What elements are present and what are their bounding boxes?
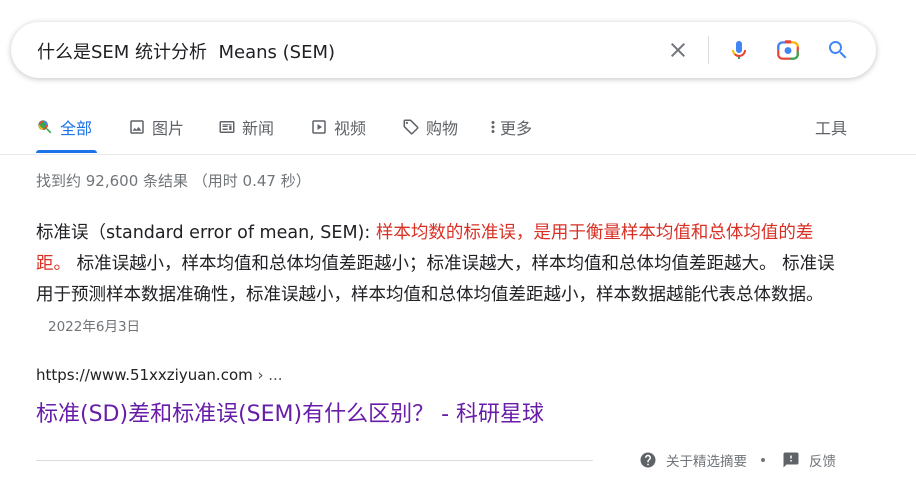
result-title-link[interactable]: 标准(SD)差和标准误(SEM)有什么区别？ - 科研星球 <box>36 396 544 428</box>
tab-label: 全部 <box>60 119 93 138</box>
tab-label: 视频 <box>334 119 367 138</box>
microphone-icon <box>732 41 746 59</box>
snippet-body: 标准误越小，样本均值和总体均值差距越小；标准误越大，样本均值和总体均值差距越大。… <box>36 254 835 305</box>
about-label: 关于精选摘要 <box>666 454 747 470</box>
search-divider <box>708 36 709 64</box>
snippet-feedback-row: 关于精选摘要 反馈 <box>638 449 836 471</box>
camera-icon <box>777 40 799 60</box>
search-icon <box>829 41 847 59</box>
feedback-icon <box>781 450 801 470</box>
search-icon <box>36 118 54 136</box>
about-featured-snippets-button[interactable]: 关于精选摘要 <box>638 450 747 470</box>
tab-news[interactable]: 新闻 <box>218 115 274 139</box>
active-tab-indicator <box>36 150 97 153</box>
tab-images[interactable]: 图片 <box>128 115 184 139</box>
search-tabs: 全部 图片 新闻 视频 购物 更多 工具 <box>0 110 916 154</box>
snippet-divider <box>36 460 593 461</box>
tab-videos[interactable]: 视频 <box>310 115 366 139</box>
news-icon <box>218 118 236 136</box>
close-icon <box>671 43 685 57</box>
tab-more[interactable]: 更多 <box>488 115 532 139</box>
image-icon <box>128 118 146 136</box>
snippet-prefix: 标准误（standard error of mean, SEM): <box>36 223 376 243</box>
feedback-button[interactable]: 反馈 <box>781 450 836 470</box>
voice-search-button[interactable] <box>723 34 755 66</box>
search-button[interactable] <box>822 34 854 66</box>
tools-button[interactable]: 工具 <box>815 115 847 139</box>
cite-more: › ... <box>252 366 283 384</box>
featured-snippet: 标准误（standard error of mean, SEM): 样本均数的标… <box>36 218 848 343</box>
video-icon <box>310 118 328 136</box>
clear-button[interactable] <box>662 34 694 66</box>
result-stats: 找到约 92,600 条结果 （用时 0.47 秒） <box>36 172 311 190</box>
separator-dot <box>761 458 765 462</box>
search-box <box>11 22 876 78</box>
image-search-button[interactable] <box>772 34 804 66</box>
cite-url: https://www.51xxziyuan.com <box>36 366 253 384</box>
tab-label: 新闻 <box>242 119 275 138</box>
result-cite[interactable]: https://www.51xxziyuan.com › ... <box>36 366 283 384</box>
tab-shopping[interactable]: 购物 <box>402 115 458 139</box>
tab-label: 更多 <box>500 119 533 138</box>
tab-all[interactable]: 全部 <box>36 115 92 139</box>
feedback-label: 反馈 <box>809 454 836 470</box>
tag-icon <box>402 118 420 136</box>
help-icon <box>638 450 658 470</box>
search-input[interactable] <box>37 38 657 64</box>
snippet-date: 2022年6月3日 <box>48 319 141 335</box>
tab-label: 购物 <box>426 119 459 138</box>
tabs-divider <box>0 154 916 155</box>
more-vert-icon <box>488 118 498 136</box>
tab-label: 图片 <box>152 119 185 138</box>
